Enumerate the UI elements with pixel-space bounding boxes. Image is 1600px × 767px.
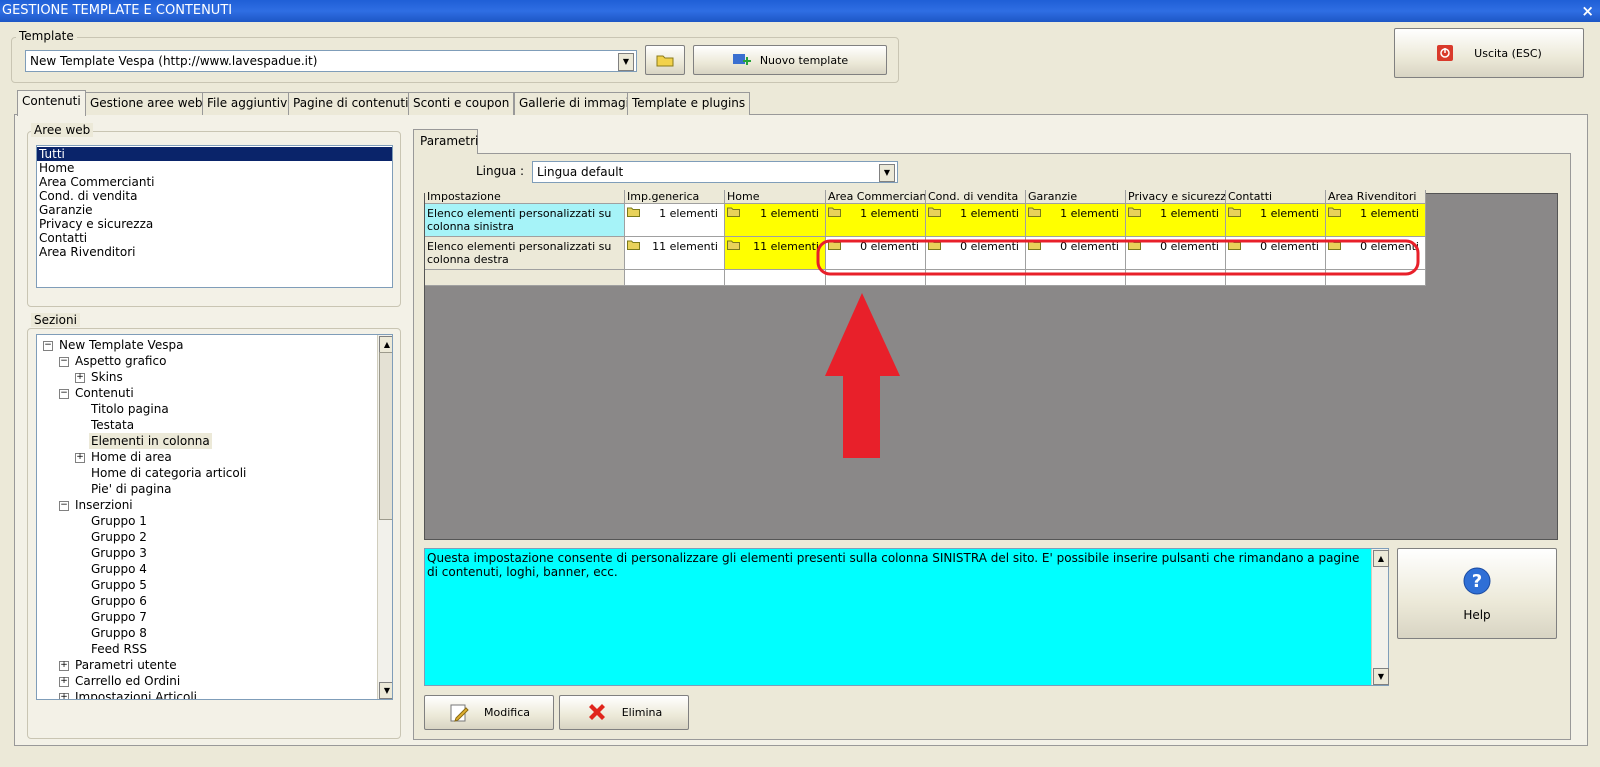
annotation-arrow (825, 293, 900, 458)
elimina-label: Elimina (621, 706, 663, 719)
edit-icon (450, 704, 469, 722)
description-scrollbar[interactable]: ▲ ▼ (1371, 549, 1389, 685)
svg-text:?: ? (1472, 571, 1482, 592)
annotation-highlight-ellipse (816, 239, 1420, 276)
scroll-down-icon[interactable]: ▼ (1373, 668, 1389, 685)
help-button[interactable]: ? Help (1397, 548, 1557, 639)
help-label: Help (1463, 607, 1491, 622)
delete-icon (588, 703, 605, 720)
modifica-button[interactable]: Modifica (424, 695, 554, 730)
modifica-label: Modifica (484, 706, 530, 719)
description-text: Questa impostazione consente di personal… (427, 551, 1360, 579)
description-box[interactable]: Questa impostazione consente di personal… (424, 548, 1389, 686)
elimina-button[interactable]: Elimina (559, 695, 689, 730)
scroll-up-icon[interactable]: ▲ (1373, 550, 1389, 567)
help-icon: ? (1463, 567, 1491, 594)
